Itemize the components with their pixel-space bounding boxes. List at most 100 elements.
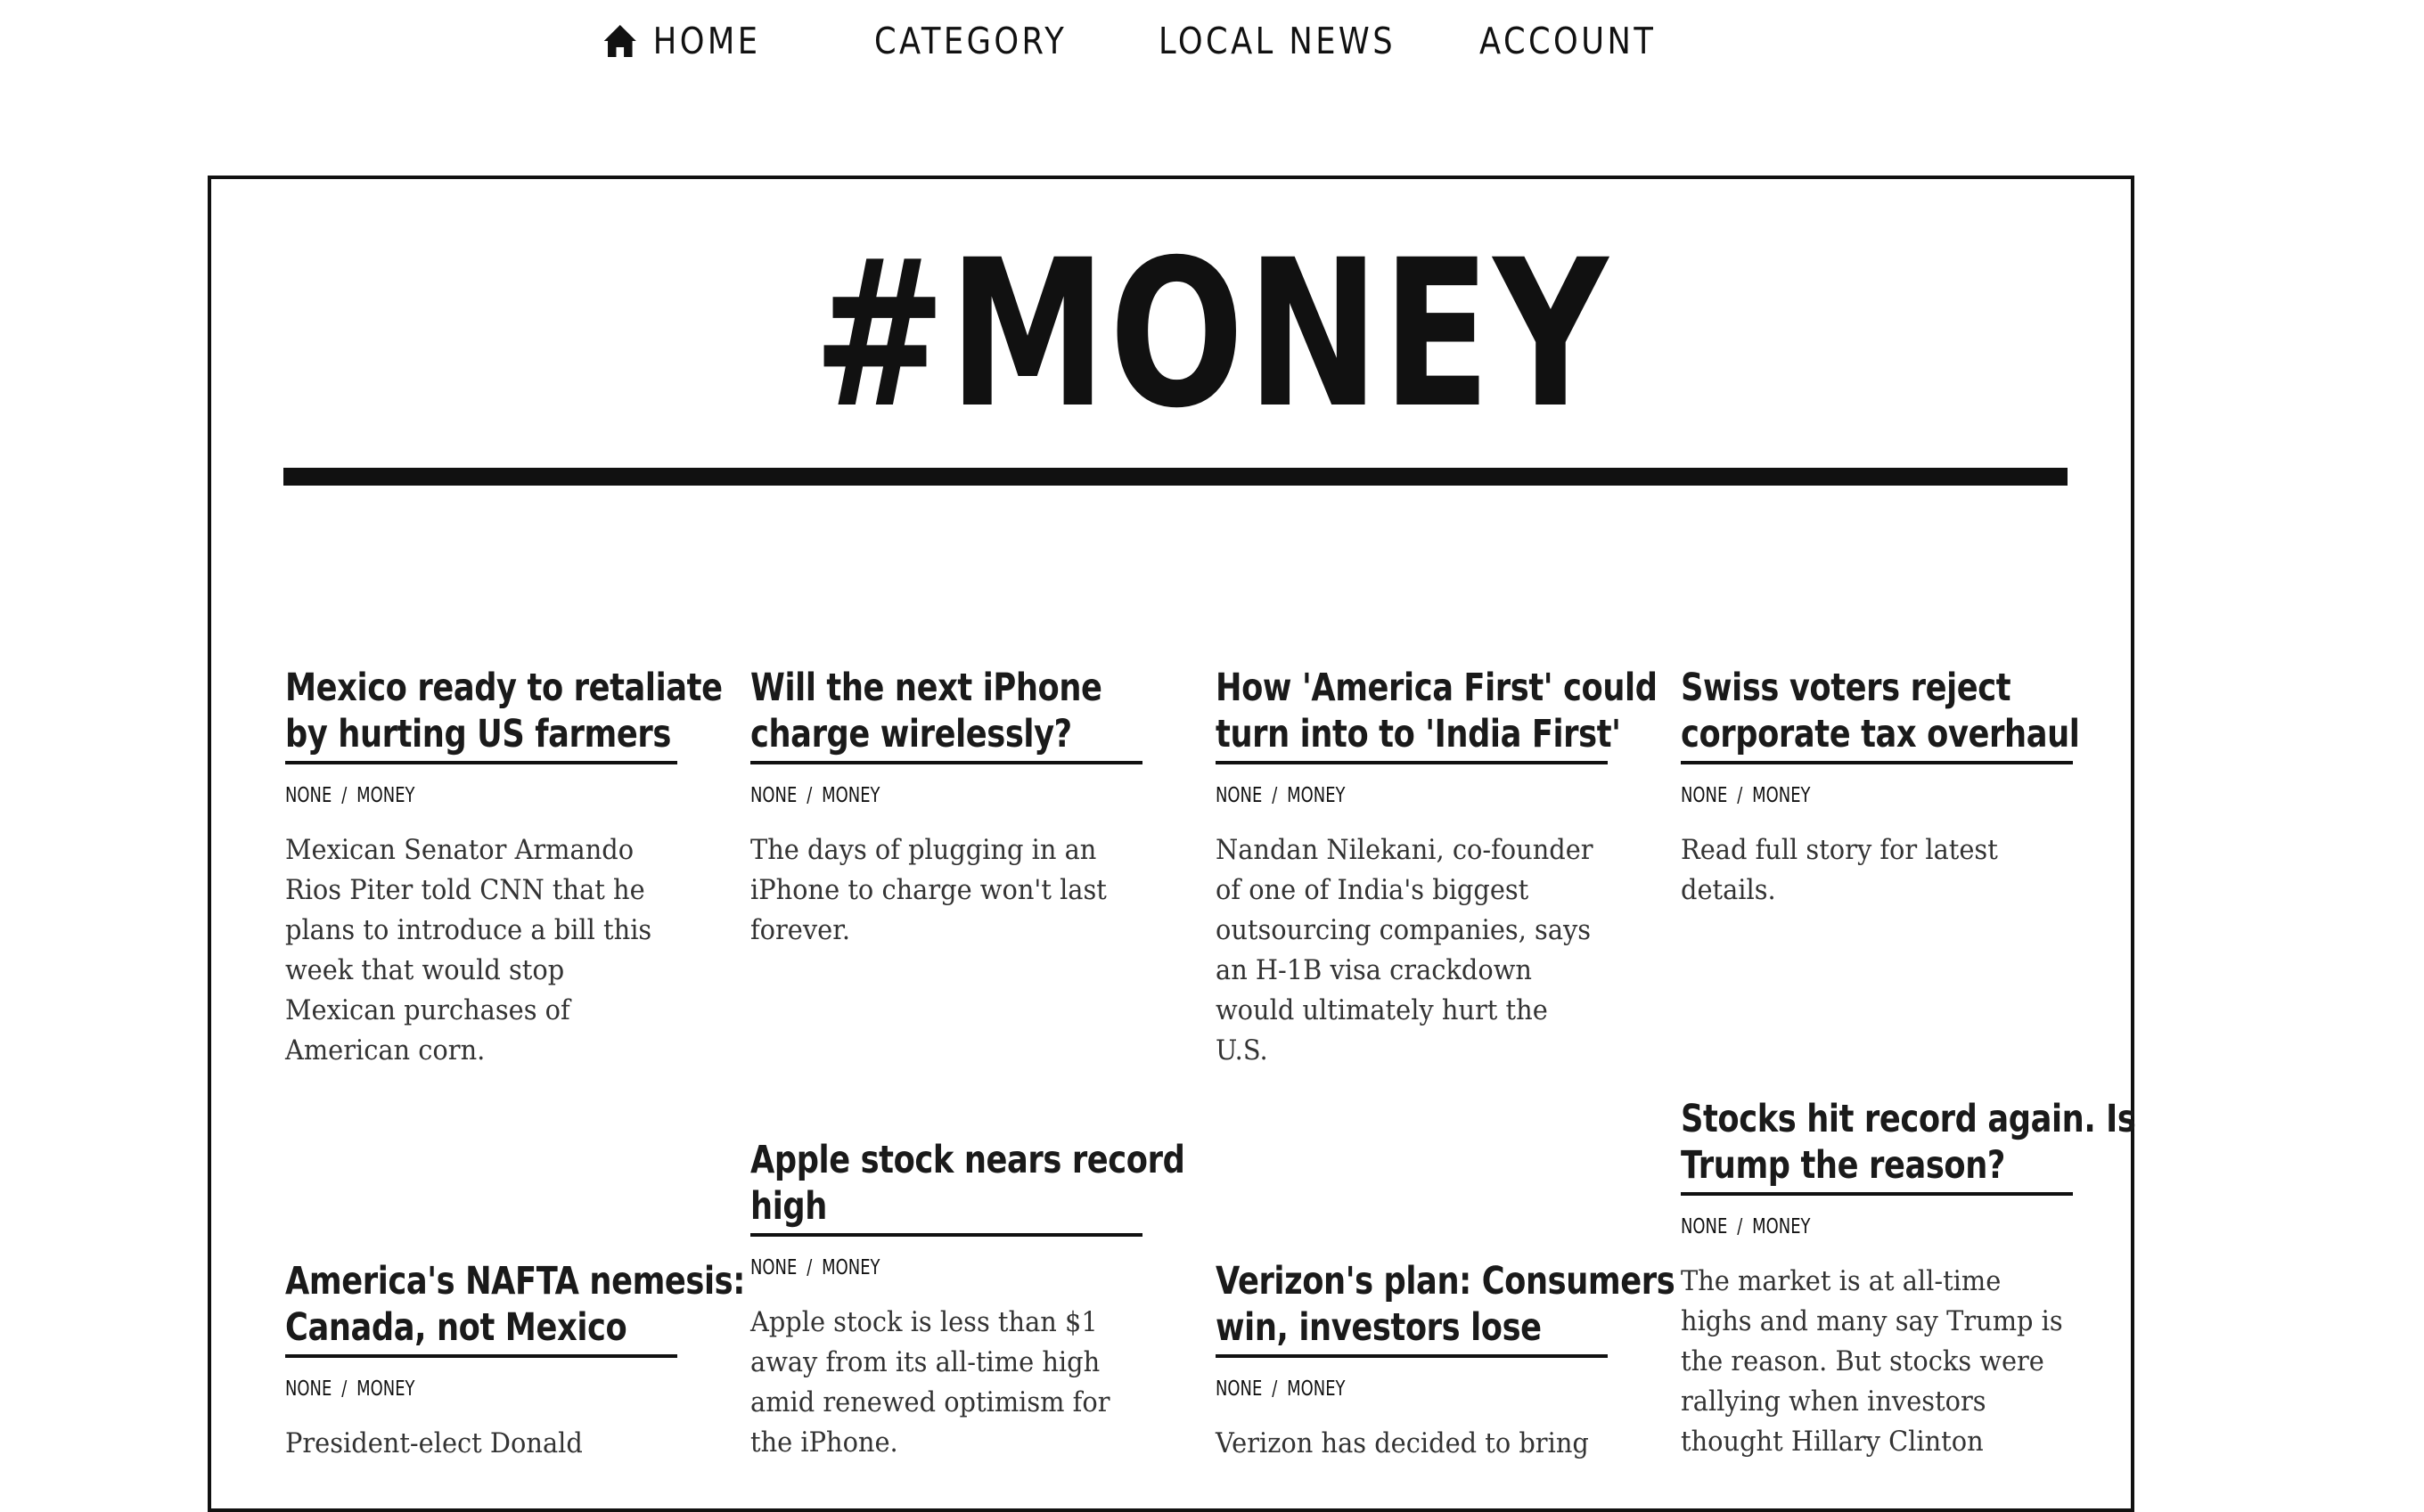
article-headline[interactable]: America's NAFTA nemesis: Canada, not Mex…: [285, 1258, 745, 1351]
excerpt-line: plans to introduce a bill this: [285, 914, 652, 946]
article-card: Stocks hit record again. Is Trump the re…: [1681, 1096, 2136, 1462]
article-headline[interactable]: How 'America First' could turn into to '…: [1216, 665, 1658, 757]
headline-divider: [750, 1233, 1142, 1237]
headline-line[interactable]: Apple stock nears record: [750, 1137, 1185, 1183]
excerpt-line: President-elect Donald: [285, 1427, 583, 1459]
home-icon: [603, 25, 636, 57]
meta-separator: /: [1272, 1377, 1278, 1401]
nav-local-news[interactable]: LOCAL NEWS: [1159, 12, 1396, 69]
headline-line[interactable]: Trump the reason?: [1681, 1142, 2005, 1189]
excerpt-line: the iPhone.: [750, 1426, 898, 1459]
headline-line[interactable]: win, investors lose: [1216, 1304, 1542, 1351]
article-card: Will the next iPhone charge wirelessly? …: [750, 665, 1142, 951]
headline-line[interactable]: Stocks hit record again. Is: [1681, 1096, 2136, 1142]
article-meta: NONE / MONEY: [1681, 784, 1986, 811]
meta-separator: /: [1737, 1215, 1743, 1238]
author-link[interactable]: NONE: [285, 784, 332, 807]
author-link[interactable]: NONE: [1216, 784, 1262, 807]
excerpt-line: away from its all-time high: [750, 1346, 1101, 1378]
article-meta: NONE / MONEY: [285, 1377, 591, 1404]
excerpt-line: Apple stock is less than $1: [750, 1306, 1098, 1338]
headline-divider: [750, 761, 1142, 764]
author-link[interactable]: NONE: [750, 784, 797, 807]
article-excerpt: Nandan Nilekani, co-founder of one of In…: [1216, 830, 1593, 1071]
excerpt-line: Rios Piter told CNN that he: [285, 874, 645, 906]
author-link[interactable]: NONE: [1681, 784, 1727, 807]
category-link[interactable]: MONEY: [822, 1256, 880, 1279]
article-card: Mexico ready to retaliate by hurting US …: [285, 665, 723, 1071]
headline-line[interactable]: turn into to 'India First': [1216, 711, 1621, 757]
category-link[interactable]: MONEY: [1752, 1215, 1810, 1238]
meta-separator: /: [341, 1377, 348, 1401]
author-link[interactable]: NONE: [750, 1256, 797, 1279]
article-headline[interactable]: Swiss voters reject corporate tax overha…: [1681, 665, 2080, 757]
page-title: #MONEY: [813, 216, 1611, 453]
article-excerpt: The market is at all-time highs and many…: [1681, 1262, 2063, 1462]
meta-separator: /: [807, 1256, 813, 1279]
article-excerpt: Apple stock is less than $1 away from it…: [750, 1303, 1115, 1463]
category-link[interactable]: MONEY: [1752, 784, 1810, 807]
headline-line[interactable]: America's NAFTA nemesis:: [285, 1258, 745, 1304]
headline-line[interactable]: Will the next iPhone: [750, 665, 1102, 711]
excerpt-line: an H-1B visa crackdown: [1216, 954, 1532, 986]
article-excerpt: President-elect Donald: [285, 1424, 650, 1464]
top-navigation: HOME CATEGORY LOCAL NEWS ACCOUNT: [0, 0, 2424, 86]
article-headline[interactable]: Stocks hit record again. Is Trump the re…: [1681, 1096, 2136, 1189]
category-link[interactable]: MONEY: [356, 784, 414, 807]
title-divider: [283, 468, 2068, 486]
nav-account[interactable]: ACCOUNT: [1479, 12, 1656, 69]
article-meta: NONE / MONEY: [1681, 1215, 1986, 1242]
headline-divider: [1681, 761, 2073, 764]
excerpt-line: Nandan Nilekani, co-founder: [1216, 834, 1593, 866]
excerpt-line: of one of India's biggest: [1216, 874, 1529, 906]
category-link[interactable]: MONEY: [1287, 1377, 1345, 1401]
headline-line[interactable]: charge wirelessly?: [750, 711, 1072, 757]
excerpt-line: highs and many say Trump is: [1681, 1305, 2063, 1337]
meta-separator: /: [1737, 784, 1743, 807]
author-link[interactable]: NONE: [1681, 1215, 1727, 1238]
excerpt-line: American corn.: [285, 1034, 486, 1067]
author-link[interactable]: NONE: [1216, 1377, 1262, 1401]
article-card: Swiss voters reject corporate tax overha…: [1681, 665, 2080, 911]
excerpt-line: the reason. But stocks were: [1681, 1345, 2044, 1377]
article-excerpt: The days of plugging in an iPhone to cha…: [750, 830, 1115, 951]
excerpt-line: week that would stop: [285, 954, 565, 986]
headline-line[interactable]: Swiss voters reject: [1681, 665, 2011, 711]
nav-category[interactable]: CATEGORY: [874, 12, 1067, 69]
article-excerpt: Verizon has decided to bring: [1216, 1424, 1589, 1464]
headline-line[interactable]: high: [750, 1183, 1072, 1230]
excerpt-line: rallying when investors: [1681, 1385, 1986, 1418]
excerpt-line: details.: [1681, 874, 1776, 906]
nav-home[interactable]: HOME: [602, 12, 760, 69]
article-card: America's NAFTA nemesis: Canada, not Mex…: [285, 1258, 745, 1464]
excerpt-line: The market is at all-time: [1681, 1265, 2002, 1297]
category-link[interactable]: MONEY: [822, 784, 880, 807]
excerpt-line: The days of plugging in an: [750, 834, 1097, 866]
article-headline[interactable]: Mexico ready to retaliate by hurting US …: [285, 665, 723, 757]
excerpt-line: forever.: [750, 914, 851, 946]
headline-line[interactable]: How 'America First' could: [1216, 665, 1658, 711]
category-link[interactable]: MONEY: [356, 1377, 414, 1401]
author-link[interactable]: NONE: [285, 1377, 332, 1401]
excerpt-line: Mexican Senator Armando: [285, 834, 635, 866]
headline-line[interactable]: by hurting US farmers: [285, 711, 671, 757]
excerpt-line: iPhone to charge won't last: [750, 874, 1107, 906]
headline-divider: [285, 1354, 677, 1358]
article-meta: NONE / MONEY: [750, 784, 1056, 811]
category-link[interactable]: MONEY: [1287, 784, 1345, 807]
headline-line[interactable]: corporate tax overhaul: [1681, 711, 2080, 757]
article-headline[interactable]: Apple stock nears record high: [750, 1137, 1185, 1230]
excerpt-line: would ultimately hurt the: [1216, 994, 1548, 1026]
headline-line[interactable]: Canada, not Mexico: [285, 1304, 627, 1351]
headline-divider: [1216, 1354, 1608, 1358]
article-card: How 'America First' could turn into to '…: [1216, 665, 1658, 1071]
headline-divider: [1216, 761, 1608, 764]
excerpt-line: amid renewed optimism for: [750, 1386, 1110, 1418]
headline-line[interactable]: Mexico ready to retaliate: [285, 665, 723, 711]
article-headline[interactable]: Verizon's plan: Consumers win, investors…: [1216, 1258, 1675, 1351]
headline-divider: [1681, 1192, 2073, 1196]
nav-account-label: ACCOUNT: [1479, 20, 1657, 62]
headline-line[interactable]: Verizon's plan: Consumers: [1216, 1258, 1675, 1304]
article-headline[interactable]: Will the next iPhone charge wirelessly?: [750, 665, 1102, 757]
excerpt-line: U.S.: [1216, 1034, 1268, 1067]
